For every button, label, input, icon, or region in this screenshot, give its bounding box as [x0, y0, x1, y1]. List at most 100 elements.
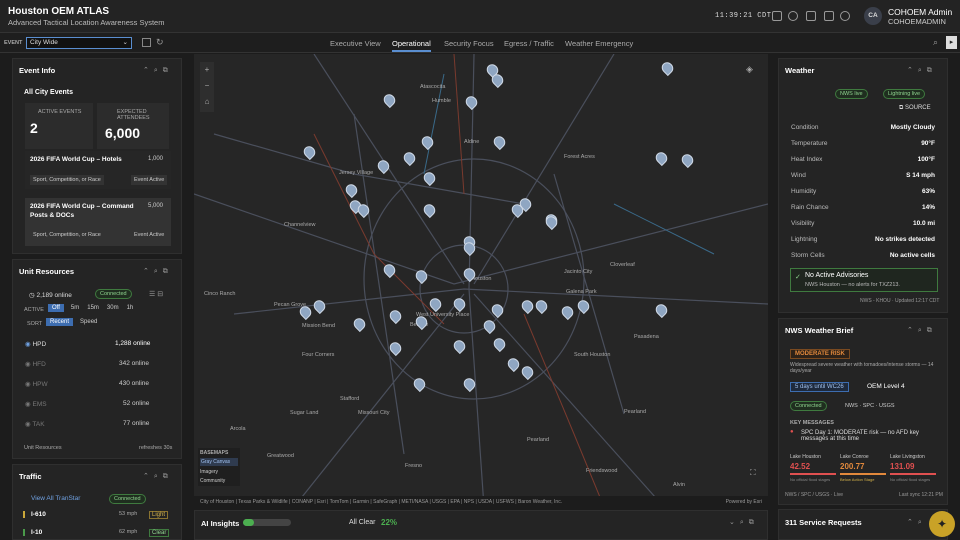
map-view[interactable]: Atascocita Humble Jersey Village Aldine Fore…	[194, 54, 768, 507]
map-attribution: City of Houston | Texas Parks & Wildlife…	[194, 496, 768, 507]
unit-resources-panel: Unit Resources ⌃⌕⧉ ◷ 2,189 online Connec…	[12, 259, 182, 459]
refresh-icon[interactable]: ↻	[156, 37, 164, 48]
source-usgs[interactable]: USGS	[879, 403, 895, 409]
window-30m[interactable]: 30m	[103, 304, 123, 312]
units-footer-right: refreshes 30s	[139, 445, 173, 451]
warning-icon: ●	[790, 429, 794, 435]
weather-row: Lightning No strikes detected	[791, 236, 935, 243]
tab-operational[interactable]: Operational	[392, 39, 431, 52]
event-name: 2026 FIFA World Cup – Hotels	[30, 156, 122, 163]
sort-recent[interactable]: Recent	[46, 318, 74, 326]
gear-icon[interactable]	[840, 11, 850, 21]
lake-name: Lake Houston	[790, 454, 821, 460]
panel-controls[interactable]: ⌃⌕⧉	[907, 66, 937, 75]
unit-name: TAK	[32, 421, 45, 428]
panel-controls[interactable]: ⌃⌕	[907, 518, 927, 527]
panel-controls[interactable]: ⌄⌕⧉	[729, 518, 759, 527]
nws-live-badge: NWS live	[835, 89, 868, 99]
panel-controls[interactable]: ⌃⌕⧉	[143, 267, 173, 276]
basemap-community[interactable]: Community	[200, 478, 238, 484]
weather-row: Wind S 14 mph	[791, 172, 935, 179]
lake-name: Lake Livingston	[890, 454, 925, 460]
unit-name: HPW	[32, 381, 48, 388]
traffic-row[interactable]: I-10 62 mph Clear	[23, 529, 173, 537]
tab-executive-view[interactable]: Executive View	[330, 39, 381, 48]
weather-row: Temperature 90°F	[791, 140, 935, 147]
event-name: 2026 FIFA World Cup – Command Posts & DO…	[30, 203, 134, 219]
nws-brief-panel: NWS Weather Brief ⌃⌕⧉ MODERATE RISK Wide…	[778, 318, 948, 505]
unit-row[interactable]: ◉ HPW 430 online	[25, 380, 167, 388]
event-select[interactable]: City Wide ⌄	[26, 37, 132, 49]
event-status: Event Active	[131, 230, 168, 240]
event-tag: Sport, Competition, or Race	[30, 175, 104, 185]
source-link[interactable]: ⧉ SOURCE	[899, 105, 931, 112]
panel-controls[interactable]: ⌃⌕⧉	[143, 472, 173, 481]
map-place-label: Jersey Village	[339, 170, 374, 176]
event-card[interactable]: 2026 FIFA World Cup – Hotels 1,000 Sport…	[25, 151, 171, 189]
assistant-icon[interactable]: ✦	[929, 511, 955, 537]
layers-icon[interactable]: ◈	[746, 64, 753, 75]
basemap-imagery[interactable]: Imagery	[200, 469, 238, 475]
traffic-row[interactable]: I-610 53 mph Light	[23, 511, 173, 519]
unit-row[interactable]: ◉ EMS 52 online	[25, 400, 167, 408]
view-transtar-link[interactable]: View All TranStar	[31, 495, 80, 502]
advisory-box: No Active Advisories NWS Houston — no al…	[790, 268, 938, 292]
avatar[interactable]: CA	[864, 7, 882, 25]
weather-value: 90°F	[921, 140, 935, 147]
cursor-icon[interactable]: ▸	[946, 36, 957, 49]
weather-value: Mostly Cloudy	[890, 124, 935, 131]
map-place-label: Sugar Land	[290, 410, 319, 416]
ai-percent: 22%	[381, 518, 398, 527]
panel-controls[interactable]: ⌃⌕⧉	[143, 66, 173, 75]
window-5m[interactable]: 5m	[67, 304, 83, 312]
lake-gauge: Lake Livingston 131.09 No official flood s…	[890, 454, 936, 482]
map-place-label: Cloverleaf	[610, 262, 635, 268]
basemap-switcher: BASEMAPS Gray Canvas Imagery Community	[198, 448, 240, 486]
source-spc[interactable]: SPC	[863, 403, 874, 409]
map-place-label: Jacinto City	[564, 269, 593, 275]
basemap-gray-canvas[interactable]: Gray Canvas	[200, 458, 238, 466]
map-place-label: Arcola	[230, 426, 246, 432]
risk-text: Widespread severe weather with tornadoes…	[790, 362, 934, 374]
source-nws[interactable]: NWS	[845, 403, 858, 409]
panel-title: Weather	[785, 66, 815, 75]
unit-row[interactable]: ◉ HFD 342 online	[25, 360, 167, 368]
weather-value: 10.0 mi	[912, 220, 935, 227]
road-name: I-10	[31, 529, 43, 536]
road-speed: 53 mph	[119, 511, 138, 517]
sort-speed[interactable]: Speed	[76, 318, 101, 326]
key-messages-title: KEY MESSAGES	[790, 420, 834, 426]
tab-egress-traffic[interactable]: Egress / Traffic	[504, 39, 554, 48]
fullscreen-icon[interactable]: ⛶	[750, 468, 756, 478]
lake-value: 200.77	[840, 462, 865, 471]
expand-icon[interactable]	[142, 38, 151, 47]
pulse-icon[interactable]	[772, 11, 782, 21]
powered-by[interactable]: Powered by Esri	[726, 499, 762, 505]
tab-security-focus[interactable]: Security Focus	[444, 39, 494, 48]
basemaps-title: BASEMAPS	[200, 450, 229, 456]
map-place-label: Friendswood	[586, 468, 618, 474]
building-icon[interactable]	[806, 11, 816, 21]
connected-badge: Connected	[109, 494, 146, 504]
window-off[interactable]: Off	[48, 304, 64, 312]
tab-weather-emergency[interactable]: Weather Emergency	[565, 39, 633, 48]
source-links[interactable]: NWS · SPC · USGS	[845, 403, 895, 409]
window-15m[interactable]: 15m	[83, 304, 103, 312]
unit-row[interactable]: ◉ TAK 77 online	[25, 420, 167, 428]
event-card[interactable]: 2026 FIFA World Cup – Command Posts & DO…	[25, 198, 171, 246]
window-1h[interactable]: 1h	[123, 304, 138, 312]
search-icon[interactable]: ⌕	[933, 37, 938, 48]
event-info-panel: Event Info ⌃⌕⧉ All City Events ACTIVE EV…	[12, 58, 182, 254]
bell-icon[interactable]	[824, 11, 834, 21]
map-place-label: Humble	[432, 98, 451, 104]
map-place-label: Pearland	[624, 409, 647, 415]
units-online-text: 2,189 online	[36, 292, 72, 299]
sun-icon[interactable]	[788, 11, 798, 21]
zoom-controls[interactable]: + − ⌂	[200, 62, 214, 112]
brief-footer-left: NWS / SPC / USGS · Live	[785, 492, 844, 498]
traffic-panel: Traffic ⌃⌕⧉ View All TranStar Connected …	[12, 464, 182, 540]
map-place-label: Pearland	[527, 437, 550, 443]
panel-controls[interactable]: ⌃⌕⧉	[907, 326, 937, 335]
list-icon[interactable]: ☰ ⊟	[149, 290, 163, 298]
unit-row[interactable]: ◉ HPD 1,288 online	[25, 340, 167, 348]
